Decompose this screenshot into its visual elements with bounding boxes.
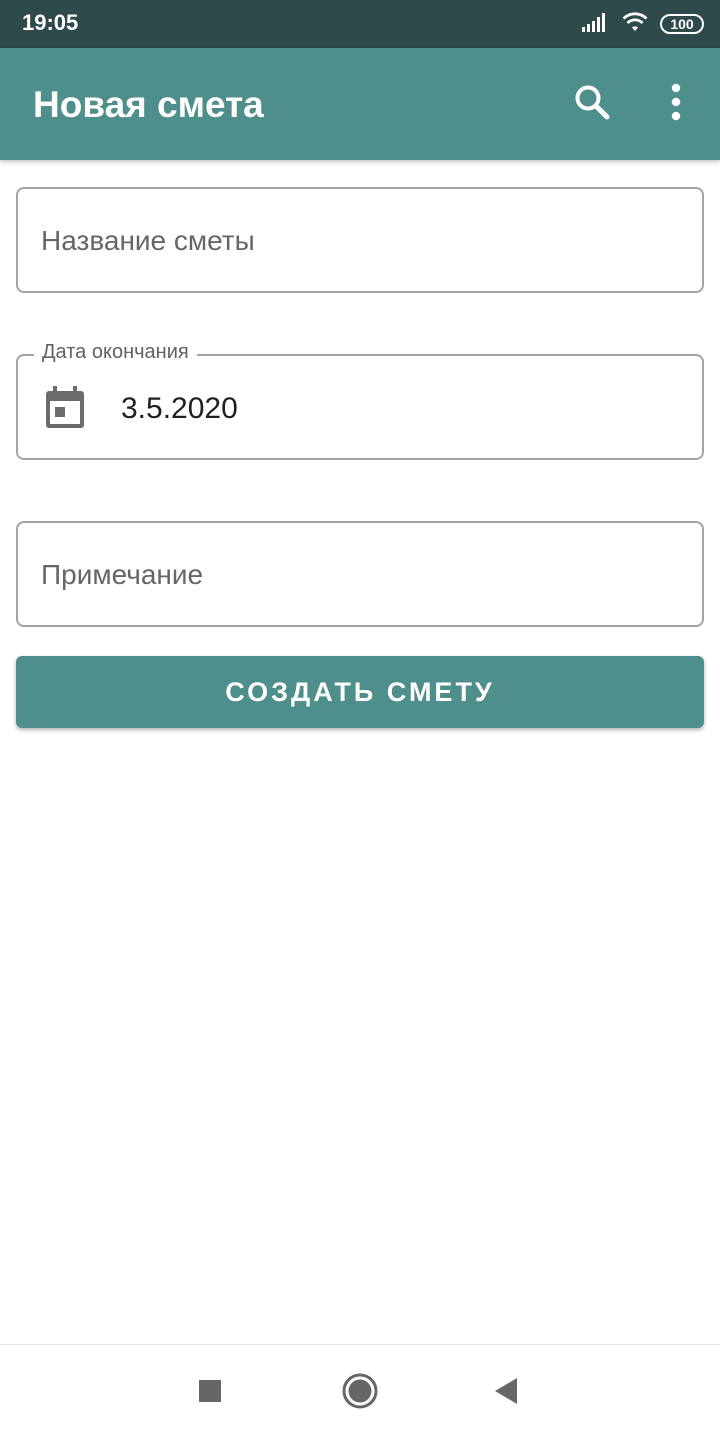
search-icon xyxy=(572,82,612,127)
end-date-value: 3.5.2020 xyxy=(121,392,238,425)
back-triangle-icon xyxy=(493,1377,519,1410)
search-button[interactable] xyxy=(566,78,618,130)
create-estimate-label: СОЗДАТЬ СМЕТУ xyxy=(225,676,495,707)
note-placeholder: Примечание xyxy=(41,559,204,590)
back-button[interactable] xyxy=(482,1369,530,1417)
create-estimate-button[interactable]: СОЗДАТЬ СМЕТУ xyxy=(16,656,704,728)
wifi-icon xyxy=(620,11,650,38)
more-vert-icon xyxy=(670,82,682,127)
estimate-name-placeholder: Название сметы xyxy=(41,225,255,256)
status-time: 19:05 xyxy=(22,10,79,35)
calendar-icon[interactable] xyxy=(46,386,84,428)
end-date-label: Дата окончания xyxy=(34,341,197,364)
note-field[interactable]: Примечание xyxy=(16,521,704,627)
app-bar: Новая смета xyxy=(0,48,720,160)
more-options-button[interactable] xyxy=(650,78,702,130)
status-icons: 100 xyxy=(582,10,704,38)
recents-square-icon xyxy=(198,1379,222,1408)
home-button[interactable] xyxy=(336,1369,384,1417)
end-date-field[interactable]: Дата окончания 3.5.2020 xyxy=(16,341,704,460)
battery-icon: 100 xyxy=(660,14,704,34)
recents-button[interactable] xyxy=(186,1369,234,1417)
system-nav-bar xyxy=(0,1344,720,1440)
status-bar: 19:05 100 xyxy=(0,0,720,48)
signal-icon xyxy=(582,12,610,37)
estimate-name-field[interactable]: Название сметы xyxy=(16,187,704,293)
page-title: Новая смета xyxy=(33,84,264,125)
home-circle-icon xyxy=(341,1372,379,1415)
battery-level: 100 xyxy=(670,16,694,32)
